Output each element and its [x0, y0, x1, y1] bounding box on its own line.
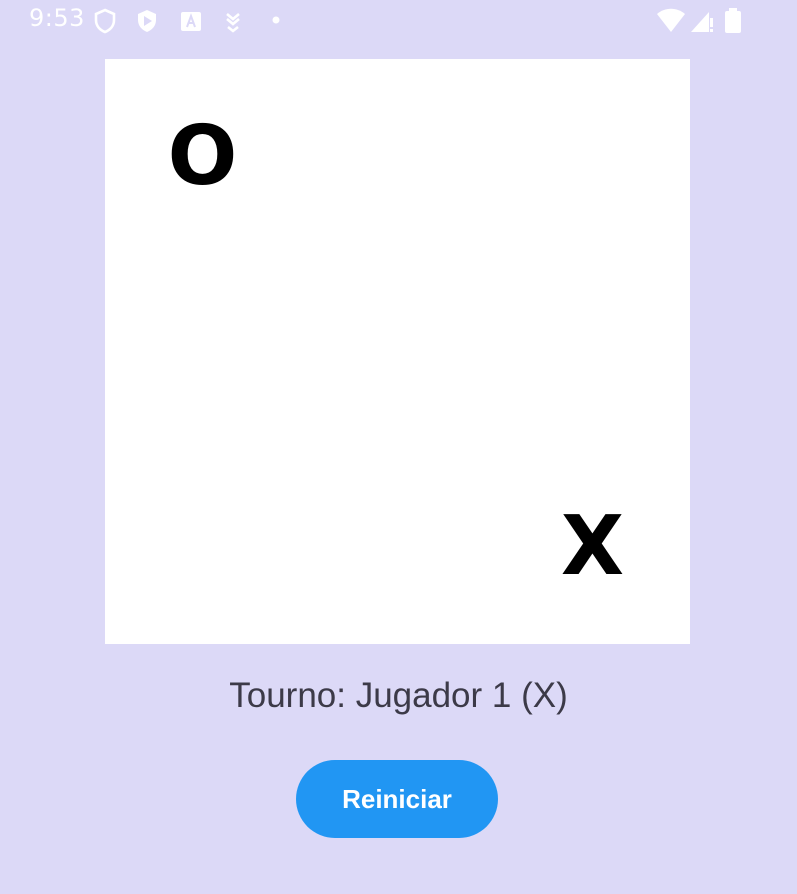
wifi-icon — [655, 8, 687, 34]
cell-4[interactable] — [300, 254, 495, 449]
cell-0[interactable]: O — [105, 59, 300, 254]
shield-icon — [92, 8, 118, 34]
dot-icon — [263, 8, 289, 34]
cell-5[interactable] — [495, 254, 690, 449]
restart-button[interactable]: Reiniciar — [296, 760, 498, 838]
battery-icon — [722, 8, 744, 34]
cell-2[interactable] — [495, 59, 690, 254]
game-board: O X — [105, 59, 690, 644]
translate-icon — [178, 8, 204, 34]
play-store-icon — [134, 8, 160, 34]
signal-icon — [689, 8, 715, 34]
cell-7[interactable] — [300, 449, 495, 644]
cell-3[interactable] — [105, 254, 300, 449]
cell-6[interactable] — [105, 449, 300, 644]
status-bar: 9:53 — [0, 0, 797, 40]
cell-8[interactable]: X — [495, 449, 690, 644]
status-time: 9:53 — [29, 4, 85, 32]
turn-indicator: Tourno: Jugador 1 (X) — [229, 676, 568, 715]
cell-1[interactable] — [300, 59, 495, 254]
download-icon — [220, 8, 246, 34]
